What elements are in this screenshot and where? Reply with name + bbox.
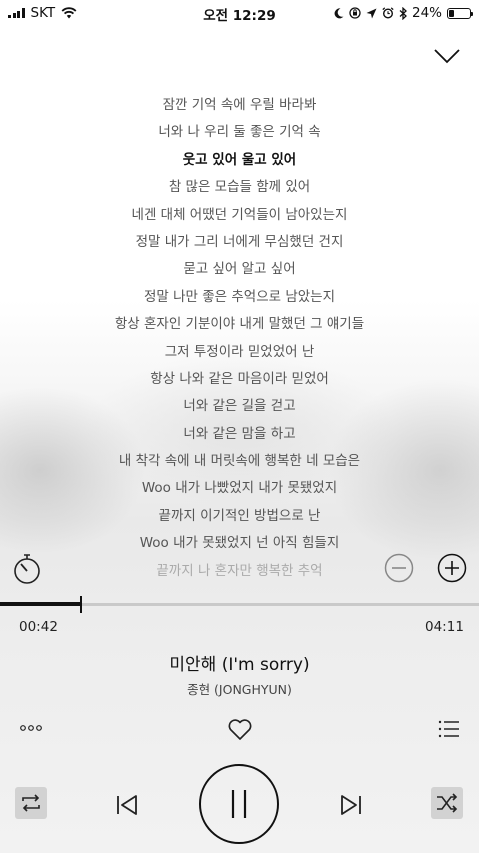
lyric-line[interactable]: 내 착각 속에 내 머릿속에 행복한 네 모습은 — [0, 448, 479, 475]
elapsed-time: 00:42 — [19, 619, 58, 635]
bluetooth-icon — [399, 6, 407, 20]
lyric-line[interactable]: 항상 혼자인 기분이야 내게 말했던 그 얘기들 — [0, 311, 479, 338]
lyric-line[interactable]: 네겐 대체 어땠던 기억들이 남아있는지 — [0, 202, 479, 229]
battery-level — [449, 9, 454, 17]
total-time: 04:11 — [425, 619, 464, 635]
pause-button[interactable] — [199, 764, 279, 844]
shuffle-button[interactable] — [431, 787, 463, 819]
song-artist[interactable]: 종현 (JONGHYUN) — [0, 679, 479, 698]
lyric-line[interactable]: 잠깐 기억 속에 우릴 바라봐 — [0, 92, 479, 119]
previous-track-button[interactable] — [112, 790, 142, 820]
ellipsis-icon — [20, 725, 42, 731]
status-bar: SKT 오전 12:29 24% — [0, 0, 479, 26]
repeat-icon — [22, 794, 40, 812]
playlist-icon — [438, 720, 459, 738]
lyric-line[interactable]: 참 많은 모습들 함께 있어 — [0, 174, 479, 201]
song-title: 미안해 (I'm sorry) — [169, 655, 310, 675]
lyric-line[interactable]: 항상 나와 같은 마음이라 믿었어 — [0, 366, 479, 393]
like-button[interactable] — [226, 716, 254, 742]
lyrics-panel[interactable]: 잠깐 기억 속에 우릴 바라봐 너와 나 우리 둘 좋은 기억 속 웃고 있어 울고… — [0, 92, 479, 582]
battery-percent: 24% — [411, 5, 442, 21]
lyric-line[interactable]: 너와 나 우리 둘 좋은 기억 속 — [0, 119, 479, 146]
lyric-line[interactable]: 묻고 싶어 알고 싶어 — [0, 256, 479, 283]
battery-icon — [447, 7, 473, 19]
next-icon — [341, 795, 361, 815]
progress-handle[interactable] — [80, 596, 82, 613]
rotation-lock-icon — [349, 7, 361, 19]
repeat-button[interactable] — [15, 787, 47, 819]
lyric-line[interactable]: Woo 내가 나빴었지 내가 못됐었지 — [0, 475, 479, 502]
lyric-line[interactable]: 너와 같은 맘을 하고 — [0, 421, 479, 448]
playlist-button[interactable] — [436, 716, 462, 742]
progress-fill — [0, 602, 80, 606]
minus-circle-icon — [384, 553, 414, 583]
progress-bar[interactable] — [0, 596, 479, 616]
alarm-icon — [382, 7, 394, 19]
heart-icon — [228, 719, 252, 740]
font-size-increase-button[interactable] — [437, 553, 467, 583]
plus-circle-icon — [437, 553, 467, 583]
lyric-line-current[interactable]: 웃고 있어 울고 있어 — [0, 147, 479, 174]
lyric-line[interactable]: 너와 같은 길을 걷고 — [0, 393, 479, 420]
font-size-decrease-button[interactable] — [384, 553, 414, 583]
timer-icon — [14, 554, 40, 584]
shuffle-icon — [437, 793, 458, 813]
lyric-line[interactable]: 그저 투정이라 믿었었어 난 — [0, 339, 479, 366]
status-right: 24% — [334, 5, 473, 21]
location-icon — [366, 8, 377, 19]
collapse-button[interactable] — [432, 44, 462, 68]
lyric-line[interactable]: 정말 내가 그리 너에게 무심했던 건지 — [0, 229, 479, 256]
lyric-line[interactable]: 끝까지 이기적인 방법으로 난 — [0, 503, 479, 530]
next-track-button[interactable] — [336, 790, 366, 820]
chevron-down-icon — [434, 49, 460, 64]
previous-icon — [117, 795, 137, 815]
sleep-timer-button[interactable] — [11, 553, 43, 585]
pause-icon — [231, 790, 247, 818]
moon-icon — [334, 7, 344, 19]
more-options-button[interactable] — [16, 716, 48, 740]
lyric-line[interactable]: 정말 나만 좋은 추억으로 남았는지 — [0, 284, 479, 311]
